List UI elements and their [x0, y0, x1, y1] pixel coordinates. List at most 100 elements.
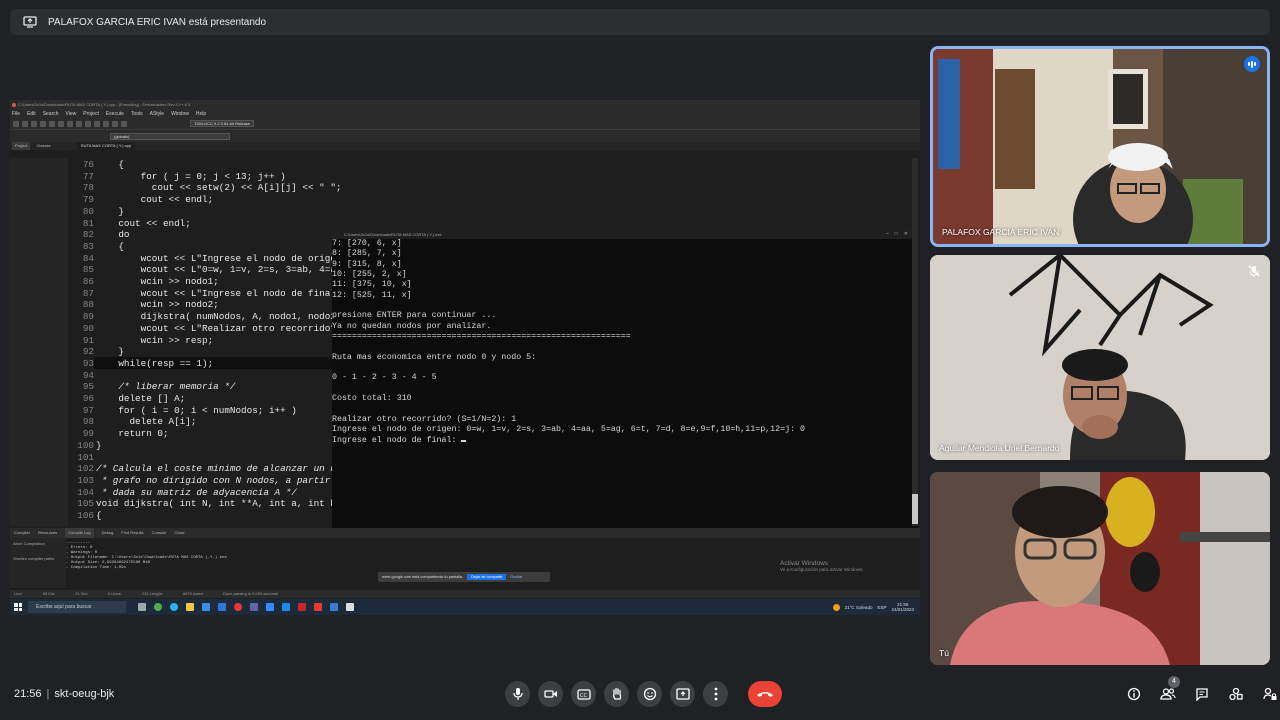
console-window[interactable]: C:\Users\3c1s\Downloads\RUTA MAS CORTA (…: [332, 230, 918, 548]
bottom-tab-resources[interactable]: Resources: [38, 528, 57, 538]
menu-item-tools[interactable]: Tools: [131, 110, 143, 118]
store-icon[interactable]: [202, 603, 210, 611]
meeting-code[interactable]: skt-oeug-bjk: [54, 688, 114, 700]
menu-item-execute[interactable]: Execute: [106, 110, 124, 118]
code-line: return 0;: [96, 428, 169, 440]
bottom-tab-compiler[interactable]: Compiler: [14, 528, 30, 538]
scroll-thumb[interactable]: [912, 494, 918, 524]
present-icon: [675, 688, 690, 700]
tab-file[interactable]: RUTA MAS CORTA (.Y.).cpp: [76, 142, 136, 150]
code-line: {: [96, 240, 124, 252]
code-line: /* liberar memoria */: [96, 381, 236, 393]
toolbar-compile-icon[interactable]: [103, 120, 109, 127]
shorten-paths-checkbox[interactable]: Shorten compiler paths: [13, 556, 63, 561]
bottom-tab-compile-log[interactable]: Compile Log: [65, 528, 94, 538]
menu-item-window[interactable]: Window: [171, 110, 189, 118]
bottom-tab-find-results[interactable]: Find Results: [121, 528, 143, 538]
line-number: 102: [77, 463, 94, 475]
ide-title: C:\Users\3c1s\Downloads\RUTA MAS CORTA (…: [18, 102, 191, 107]
toolbar-redo-icon[interactable]: [76, 120, 82, 127]
toolbar-save-icon[interactable]: [31, 120, 37, 127]
bottom-tab-debug[interactable]: Debug: [102, 528, 114, 538]
app-icon-1[interactable]: [298, 603, 306, 611]
participant-tile-self[interactable]: Tú: [930, 472, 1270, 665]
console-window-controls[interactable]: –□✕: [886, 230, 914, 239]
mic-button[interactable]: [505, 681, 530, 707]
opera-icon[interactable]: [234, 603, 242, 611]
captions-button[interactable]: CC: [571, 681, 596, 707]
menu-item-edit[interactable]: Edit: [27, 110, 36, 118]
compiler-select[interactable]: TDM-GCC 9.2.0 64-bit Release: [190, 120, 254, 127]
toolbar-undo-icon[interactable]: [67, 120, 73, 127]
menu-item-view[interactable]: View: [66, 110, 77, 118]
bottom-tab-close[interactable]: Close: [174, 528, 184, 538]
code-line: wcout << L"0=w, 1=v, 2=s, 3=ab, 4=aa: [96, 264, 342, 276]
toolbar-replace-icon[interactable]: [94, 120, 100, 127]
menu-item-help[interactable]: Help: [196, 110, 206, 118]
presenter-video: [933, 49, 1267, 244]
console-app-icon[interactable]: [346, 603, 354, 611]
weather-text[interactable]: 21°C Soleado: [845, 605, 873, 610]
lock-person-icon: [1263, 687, 1277, 700]
console-title: C:\Users\3c1s\Downloads\RUTA MAS CORTA (…: [344, 232, 442, 237]
toolbar-debug-icon[interactable]: [121, 120, 127, 127]
abort-compilation-button[interactable]: Abort Compilation: [13, 541, 63, 546]
teams-icon[interactable]: [250, 603, 258, 611]
menu-item-file[interactable]: File: [12, 110, 20, 118]
host-controls-button[interactable]: [1260, 684, 1280, 704]
stop-sharing-button[interactable]: Dejar de compartir: [467, 574, 507, 580]
camera-button[interactable]: [538, 681, 563, 707]
devcpp-icon[interactable]: [330, 603, 338, 611]
raise-hand-button[interactable]: [604, 681, 629, 707]
tray-lang[interactable]: ESP: [877, 605, 886, 610]
reactions-button[interactable]: [637, 681, 662, 707]
zoom-icon[interactable]: [266, 603, 274, 611]
editor-scrollbar[interactable]: [912, 158, 918, 526]
people-count-badge: 4: [1168, 676, 1180, 688]
activities-button[interactable]: [1226, 684, 1246, 704]
toolbar-close-icon[interactable]: [49, 120, 55, 127]
globals-select[interactable]: (globals): [110, 132, 230, 140]
tray-clock[interactable]: 21:56 24/01/2023: [891, 602, 914, 612]
people-button[interactable]: 4: [1158, 676, 1180, 704]
console-line: 0 - 1 - 2 - 3 - 4 - 5: [332, 373, 437, 383]
chat-button[interactable]: [1192, 684, 1212, 704]
leave-call-button[interactable]: [748, 681, 782, 707]
menu-item-search[interactable]: Search: [43, 110, 59, 118]
app-icon-2[interactable]: [314, 603, 322, 611]
toolbar-run-icon[interactable]: [112, 120, 118, 127]
more-options-button[interactable]: [703, 681, 728, 707]
menu-item-project[interactable]: Project: [83, 110, 99, 118]
console-line: Costo total: 310: [332, 394, 412, 404]
taskview-icon[interactable]: [138, 603, 146, 611]
participant-tile-presenter[interactable]: PALAFOX GARCIA ERIC IVAN: [930, 46, 1270, 247]
menu-item-astyle[interactable]: AStyle: [150, 110, 164, 118]
toolbar-saveall-icon[interactable]: [40, 120, 46, 127]
toolbar-print-icon[interactable]: [58, 120, 64, 127]
status-item: Done parsing in 0,093 seconds: [223, 591, 279, 596]
code-line: {: [96, 510, 102, 521]
console-line: Realizar otro recorrido? (S=1/N=2): 1: [332, 414, 517, 424]
mail-icon[interactable]: [218, 603, 226, 611]
weather-icon: [832, 603, 840, 611]
vscode-icon[interactable]: [282, 603, 290, 611]
present-button[interactable]: [670, 681, 695, 707]
status-item: Line:: [14, 591, 23, 596]
edge-icon[interactable]: [170, 603, 178, 611]
tab-classes[interactable]: Classes: [36, 142, 50, 150]
code-line: delete [] A;: [96, 393, 186, 404]
line-number: 92: [82, 346, 94, 358]
toolbar-find-icon[interactable]: [85, 120, 91, 127]
windows-start-icon[interactable]: [14, 603, 22, 611]
participant-tile-2[interactable]: Aguilar Mendiola Uriel Bernardo: [930, 255, 1270, 460]
toolbar-new-icon[interactable]: [13, 120, 19, 127]
explorer-icon[interactable]: [186, 603, 194, 611]
bottom-tab-console[interactable]: Console: [152, 528, 167, 538]
tab-project[interactable]: Project: [12, 142, 31, 150]
toolbar-open-icon[interactable]: [22, 120, 28, 127]
taskbar-search[interactable]: Escribe aquí para buscar: [28, 601, 126, 613]
chrome-icon[interactable]: [154, 603, 162, 611]
meeting-details-button[interactable]: [1124, 684, 1144, 704]
hide-share-bar-button[interactable]: Ocultar: [510, 575, 522, 579]
